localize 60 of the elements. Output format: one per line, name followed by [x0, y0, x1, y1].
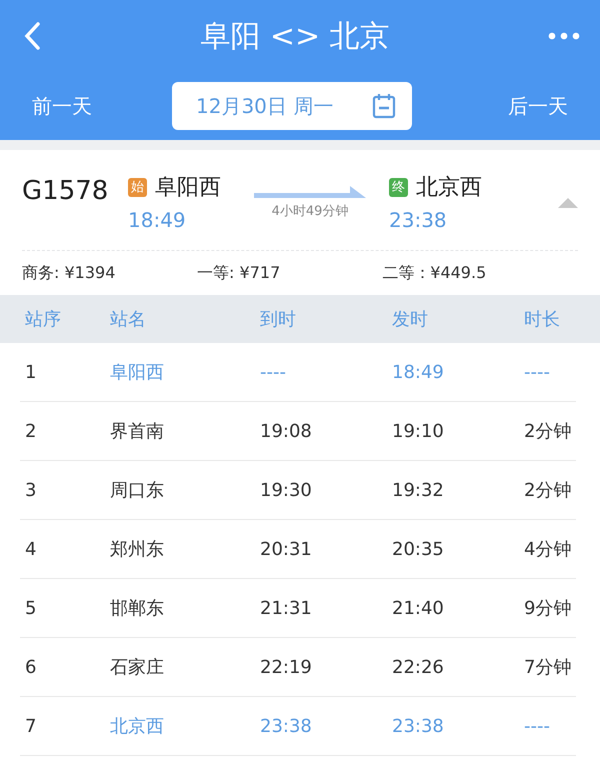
table-cell-text: 21:40 — [392, 598, 445, 618]
table-cell-text: 23:38 — [392, 716, 445, 736]
table-cell-text: 2分钟 — [524, 420, 572, 443]
station-name: 北京西 — [416, 174, 482, 202]
time-text: 23:38 — [389, 208, 448, 232]
fare-text: 一等: ¥717 — [197, 262, 282, 284]
duration-text: 4小时49分钟 — [272, 203, 348, 220]
calendar-icon — [372, 93, 396, 119]
table-cell-text: 石家庄 — [110, 656, 165, 679]
column-header: 站名 — [110, 308, 147, 331]
fare-text: 商务: ¥1394 — [22, 262, 116, 284]
table-cell-text: 1 — [25, 362, 38, 382]
table-cell-text: 20:35 — [392, 538, 445, 560]
table-cell-text: 22:26 — [392, 656, 445, 678]
table-cell-text: 邯郸东 — [110, 597, 165, 620]
more-button[interactable] — [548, 32, 580, 40]
table-cell-text: 5 — [25, 598, 38, 618]
table-cell-text: 界首南 — [110, 420, 165, 443]
table-cell-text: 20:31 — [260, 538, 313, 560]
station-badge: 终 — [389, 178, 408, 196]
date-picker[interactable]: 12月30日 周一 — [172, 82, 412, 130]
table-cell-text: 4 — [25, 538, 38, 560]
station-name: 阜阳西 — [155, 174, 221, 202]
collapse-button[interactable] — [558, 198, 578, 208]
table-cell-text: 19:30 — [260, 480, 313, 500]
table-cell-text: 19:10 — [392, 420, 445, 442]
table-cell-text: 郑州东 — [110, 538, 165, 561]
table-cell-text: 4分钟 — [524, 538, 572, 561]
table-cell-text: 7分钟 — [524, 656, 572, 679]
table-cell-text: 2 — [25, 420, 38, 442]
table-cell-text: 阜阳西 — [110, 361, 165, 384]
table-cell-text: 18:49 — [392, 362, 445, 382]
train-number: G1578 — [22, 176, 110, 206]
table-cell-text: 19:32 — [392, 480, 445, 500]
back-button[interactable] — [22, 21, 42, 51]
time-text: 18:49 — [128, 208, 187, 232]
table-cell-text: 2分钟 — [524, 479, 572, 502]
table-cell-text: ---- — [260, 362, 287, 382]
table-cell-text: ---- — [524, 716, 551, 736]
table-cell-text: ---- — [524, 362, 551, 382]
fare-text: 二等：¥449.5 — [382, 262, 488, 284]
previous-day-button[interactable]: 前一天 — [32, 92, 92, 120]
column-header: 站序 — [25, 308, 62, 331]
table-cell-text: 7 — [25, 716, 38, 736]
column-header: 发时 — [392, 308, 429, 331]
table-cell-text: 21:31 — [260, 598, 313, 618]
table-cell-text: 19:08 — [260, 420, 313, 442]
arrow-icon — [254, 186, 366, 198]
table-cell-text: 6 — [25, 656, 38, 678]
table-cell-text: 北京西 — [110, 715, 165, 738]
page-title: 阜阳 <> 北京 — [200, 18, 390, 56]
table-cell-text: 23:38 — [260, 716, 313, 736]
station-badge: 始 — [128, 178, 147, 196]
table-cell-text: 9分钟 — [524, 597, 572, 620]
table-cell-text: 22:19 — [260, 656, 313, 678]
table-cell-text: 周口东 — [110, 479, 165, 502]
column-header: 到时 — [260, 308, 297, 331]
column-header: 时长 — [524, 308, 561, 331]
next-day-button[interactable]: 后一天 — [508, 92, 568, 120]
table-cell-text: 3 — [25, 480, 38, 500]
